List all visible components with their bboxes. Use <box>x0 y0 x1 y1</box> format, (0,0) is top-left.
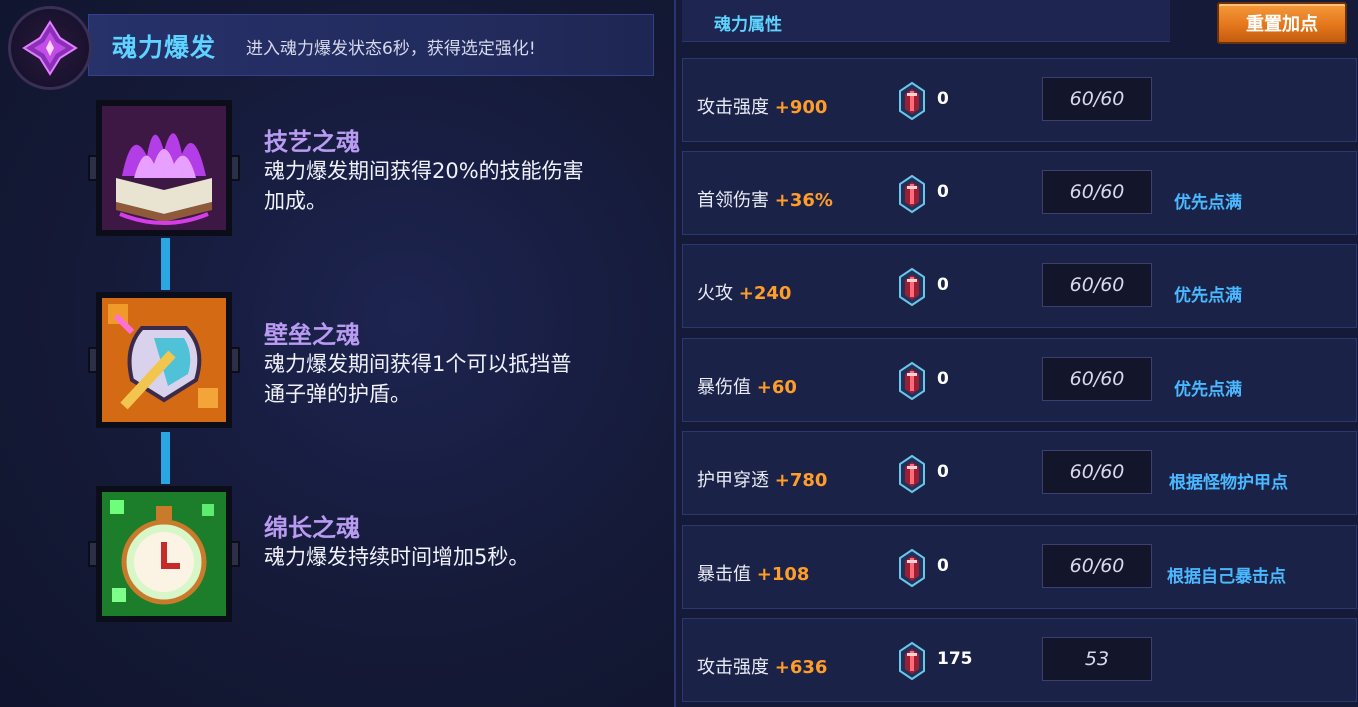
attribute-row: 首领伤害 +36% 0 60/60 优先点满 <box>682 151 1357 235</box>
attribute-note: 优先点满 <box>1174 380 1242 400</box>
attribute-bonus: +60 <box>756 377 797 398</box>
soul-gem-icon <box>897 361 927 401</box>
attribute-bonus: +108 <box>756 564 810 585</box>
attribute-name: 攻击强度 <box>697 657 769 678</box>
gem-count: 0 <box>937 462 949 482</box>
attribute-row: 暴击值 +108 0 60/60 根据自己暴击点 <box>682 525 1357 609</box>
level-input-box[interactable]: 60/60 <box>1042 170 1152 214</box>
skill-2-icon-frame[interactable] <box>88 292 240 428</box>
skill-connector <box>161 432 170 484</box>
level-input-box[interactable]: 60/60 <box>1042 77 1152 121</box>
soul-burst-panel: 魂力爆发 进入魂力爆发状态6秒，获得选定强化! 技艺之魂 魂力爆发期间获得20%… <box>0 0 676 707</box>
attribute-label: 首领伤害 +36% <box>697 186 833 212</box>
soul-burst-badge-icon <box>8 6 92 90</box>
attribute-row: 护甲穿透 +780 0 60/60 根据怪物护甲点 <box>682 431 1357 515</box>
attribute-row: 攻击强度 +636 175 53 <box>682 618 1357 702</box>
soul-gem-icon <box>897 641 927 681</box>
attribute-label: 暴伤值 +60 <box>697 373 797 399</box>
attribute-name: 暴击值 <box>697 564 751 585</box>
attribute-label: 护甲穿透 +780 <box>697 466 827 492</box>
attribute-bonus: +240 <box>738 283 792 304</box>
attribute-row: 火攻 +240 0 60/60 优先点满 <box>682 244 1357 328</box>
burst-description: 进入魂力爆发状态6秒，获得选定强化! <box>246 39 536 59</box>
skill-1-description: 魂力爆发期间获得20%的技能伤害 加成。 <box>264 159 584 213</box>
soul-attribute-panel: 魂力属性 重置加点 攻击强度 +900 0 60/60 首领伤害 +36% 0 60/… <box>676 0 1358 707</box>
attribute-label: 暴击值 +108 <box>697 560 809 586</box>
soul-gem-icon <box>897 454 927 494</box>
attribute-label: 火攻 +240 <box>697 279 791 305</box>
purple-flame-book-icon <box>102 106 226 230</box>
attribute-label: 攻击强度 +636 <box>697 653 827 679</box>
attribute-name: 暴伤值 <box>697 377 751 398</box>
attribute-label: 攻击强度 +900 <box>697 93 827 119</box>
attribute-bonus: +900 <box>774 97 828 118</box>
attribute-note: 优先点满 <box>1174 193 1242 213</box>
skill-1-name: 技艺之魂 <box>264 128 360 156</box>
skill-connector <box>161 238 170 290</box>
burst-title: 魂力爆发 <box>112 33 217 62</box>
gem-count: 0 <box>937 182 949 202</box>
soul-gem-icon <box>897 174 927 214</box>
attribute-header-bar: 魂力属性 <box>682 0 1170 42</box>
attribute-name: 火攻 <box>697 283 733 304</box>
reset-points-button[interactable]: 重置加点 <box>1217 2 1347 44</box>
soul-gem-icon <box>897 267 927 307</box>
skill-3-icon-frame[interactable] <box>88 486 240 622</box>
gem-count: 0 <box>937 275 949 295</box>
attribute-name: 攻击强度 <box>697 97 769 118</box>
level-input-box[interactable]: 60/60 <box>1042 357 1152 401</box>
attribute-bonus: +780 <box>774 470 828 491</box>
soul-gem-icon <box>897 81 927 121</box>
attribute-note: 根据自己暴击点 <box>1167 567 1286 587</box>
skill-2-name: 壁垒之魂 <box>264 321 360 349</box>
skill-2-description: 魂力爆发期间获得1个可以抵挡普 通子弹的护盾。 <box>264 352 572 406</box>
level-input-box[interactable]: 60/60 <box>1042 544 1152 588</box>
level-input-box[interactable]: 60/60 <box>1042 450 1152 494</box>
shield-sword-icon <box>102 298 226 422</box>
green-clock-icon <box>102 492 226 616</box>
gem-count: 0 <box>937 89 949 109</box>
gem-count: 0 <box>937 369 949 389</box>
attribute-bonus: +636 <box>774 657 828 678</box>
level-input-box[interactable]: 60/60 <box>1042 263 1152 307</box>
attribute-title: 魂力属性 <box>714 15 782 35</box>
attribute-note: 根据怪物护甲点 <box>1169 473 1288 493</box>
attribute-row: 攻击强度 +900 0 60/60 <box>682 58 1357 142</box>
attribute-note: 优先点满 <box>1174 286 1242 306</box>
skill-3-name: 绵长之魂 <box>264 514 360 542</box>
attribute-bonus: +36% <box>774 190 833 211</box>
level-input-box[interactable]: 53 <box>1042 637 1152 681</box>
attribute-row: 暴伤值 +60 0 60/60 优先点满 <box>682 338 1357 422</box>
gem-count: 175 <box>937 649 973 669</box>
attribute-name: 护甲穿透 <box>697 470 769 491</box>
skill-1-icon-frame[interactable] <box>88 100 240 236</box>
soul-gem-icon <box>897 548 927 588</box>
skill-3-description: 魂力爆发持续时间增加5秒。 <box>264 545 530 569</box>
attribute-name: 首领伤害 <box>697 190 769 211</box>
gem-count: 0 <box>937 556 949 576</box>
